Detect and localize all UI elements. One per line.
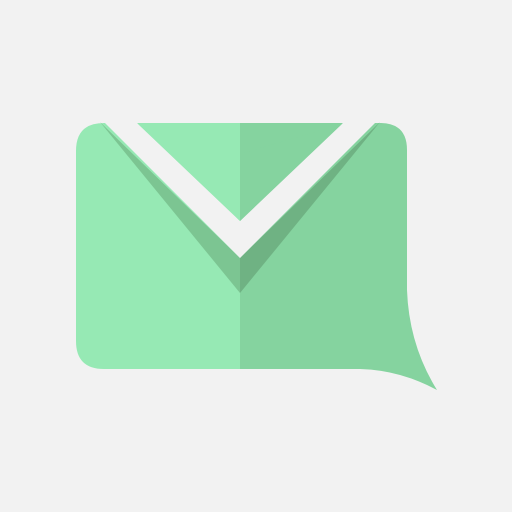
mail-chat-bubble-icon bbox=[76, 122, 437, 390]
app-icon-canvas bbox=[0, 0, 512, 512]
